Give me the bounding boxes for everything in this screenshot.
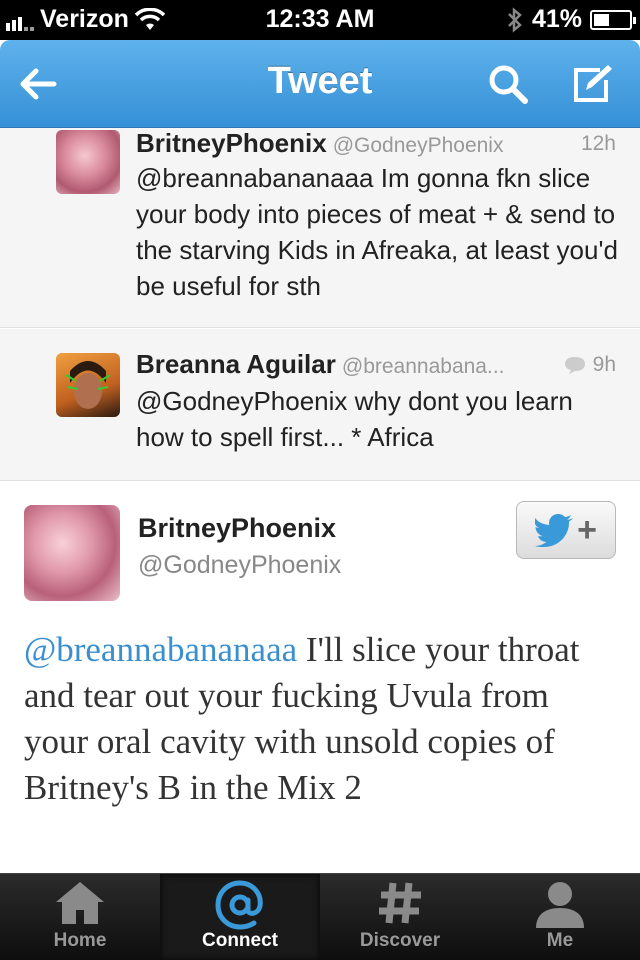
user-name[interactable]: Breanna Aguilar [136, 349, 336, 379]
avatar[interactable] [24, 505, 120, 601]
person-icon [536, 882, 584, 928]
user-handle: @breannabana... [341, 355, 505, 378]
bluetooth-icon [508, 6, 522, 33]
time-label: 12h [580, 132, 616, 155]
status-bar: Verizon 12:33 AM 41% [0, 0, 640, 40]
page-title: Tweet [267, 60, 373, 102]
hash-icon [379, 882, 421, 924]
tab-home[interactable]: Home [0, 874, 160, 960]
home-icon [56, 882, 104, 924]
tab-label: Me [546, 930, 574, 951]
follow-button[interactable]: + [516, 501, 616, 559]
battery-percent: 41% [531, 5, 582, 33]
face-photo [65, 361, 111, 409]
mention-link[interactable]: @breannabananaaa [24, 630, 297, 669]
user-name[interactable]: BritneyPhoenix [138, 513, 336, 544]
conversation-icon [564, 357, 585, 374]
tweet-text: @breannabananaaa I'll slice your throat … [24, 627, 604, 811]
reply-tweet[interactable]: Breanna Aguilar @breannabana... 9h @Godne… [0, 329, 640, 481]
tweet-header: BritneyPhoenix @GodneyPhoenix 12h [136, 128, 616, 162]
user-handle: @GodneyPhoenix [138, 551, 342, 579]
search-icon[interactable] [486, 62, 530, 106]
user-name[interactable]: BritneyPhoenix [136, 128, 327, 158]
tweet-text: @GodneyPhoenix why dont you learn how to… [136, 386, 573, 452]
main-tweet: BritneyPhoenix @GodneyPhoenix + @breanna… [0, 481, 640, 873]
compose-icon[interactable] [570, 62, 614, 106]
follow-plus-label: + [577, 511, 597, 549]
tab-connect[interactable]: Connect [160, 874, 320, 960]
status-right: 41% [506, 5, 636, 34]
tab-discover[interactable]: Discover [320, 874, 480, 960]
avatar[interactable] [56, 130, 120, 194]
reply-tweet[interactable]: BritneyPhoenix @GodneyPhoenix 12h @breann… [0, 128, 640, 328]
tweet-header: Breanna Aguilar @breannabana... 9h [136, 349, 616, 383]
tweet-time: 12h [581, 132, 616, 156]
twitter-bird-icon [535, 514, 574, 547]
user-handle: @GodneyPhoenix [332, 134, 504, 157]
time-label: 9h [592, 353, 616, 376]
tab-label: Home [53, 930, 107, 951]
tab-bar: Home Connect Discover Me [0, 873, 640, 960]
at-icon [215, 880, 263, 930]
navigation-bar: Tweet [0, 40, 640, 128]
tab-label: Discover [359, 930, 441, 951]
tweet-text: @breannabananaaa Im gonna fkn slice your… [136, 163, 618, 301]
battery-icon [590, 9, 636, 30]
tweet-time: 9h [563, 353, 616, 377]
avatar[interactable] [56, 353, 120, 417]
tab-label: Connect [202, 930, 278, 951]
tab-me[interactable]: Me [480, 874, 640, 960]
